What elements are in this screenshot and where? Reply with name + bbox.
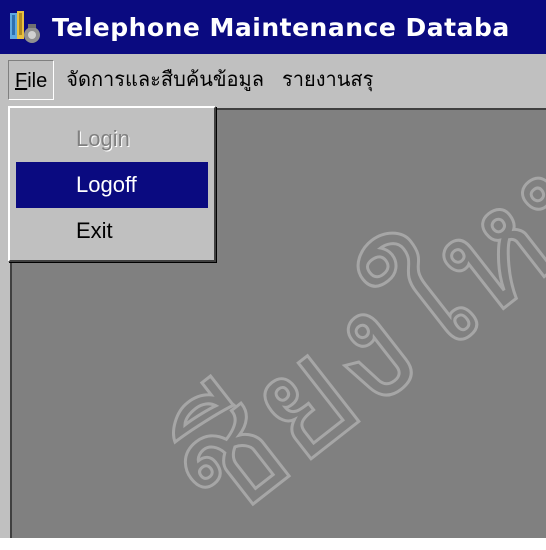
window-title: Telephone Maintenance Databa: [52, 12, 510, 42]
menu-file-mnemonic: F: [15, 70, 28, 92]
menu-item-exit[interactable]: Exit: [16, 208, 208, 254]
menu-summary-report[interactable]: รายงานสรุ: [276, 60, 379, 100]
menu-manage-search-data[interactable]: จัดการและสืบค้นข้อมูล: [60, 60, 270, 100]
app-icon: [10, 11, 40, 43]
menu-item-login[interactable]: Login: [16, 116, 208, 162]
menu-file-rest: ile: [27, 70, 48, 92]
title-bar[interactable]: Telephone Maintenance Databa: [0, 0, 546, 54]
menu-bar: File จัดการและสืบค้นข้อมูล รายงานสรุ: [0, 54, 546, 106]
file-dropdown-menu: Login Logoff Exit: [8, 106, 216, 262]
application-window: Telephone Maintenance Databa File จัดการ…: [0, 0, 546, 550]
menu-file[interactable]: File: [8, 60, 55, 100]
menu-item-logoff[interactable]: Logoff: [16, 162, 208, 208]
